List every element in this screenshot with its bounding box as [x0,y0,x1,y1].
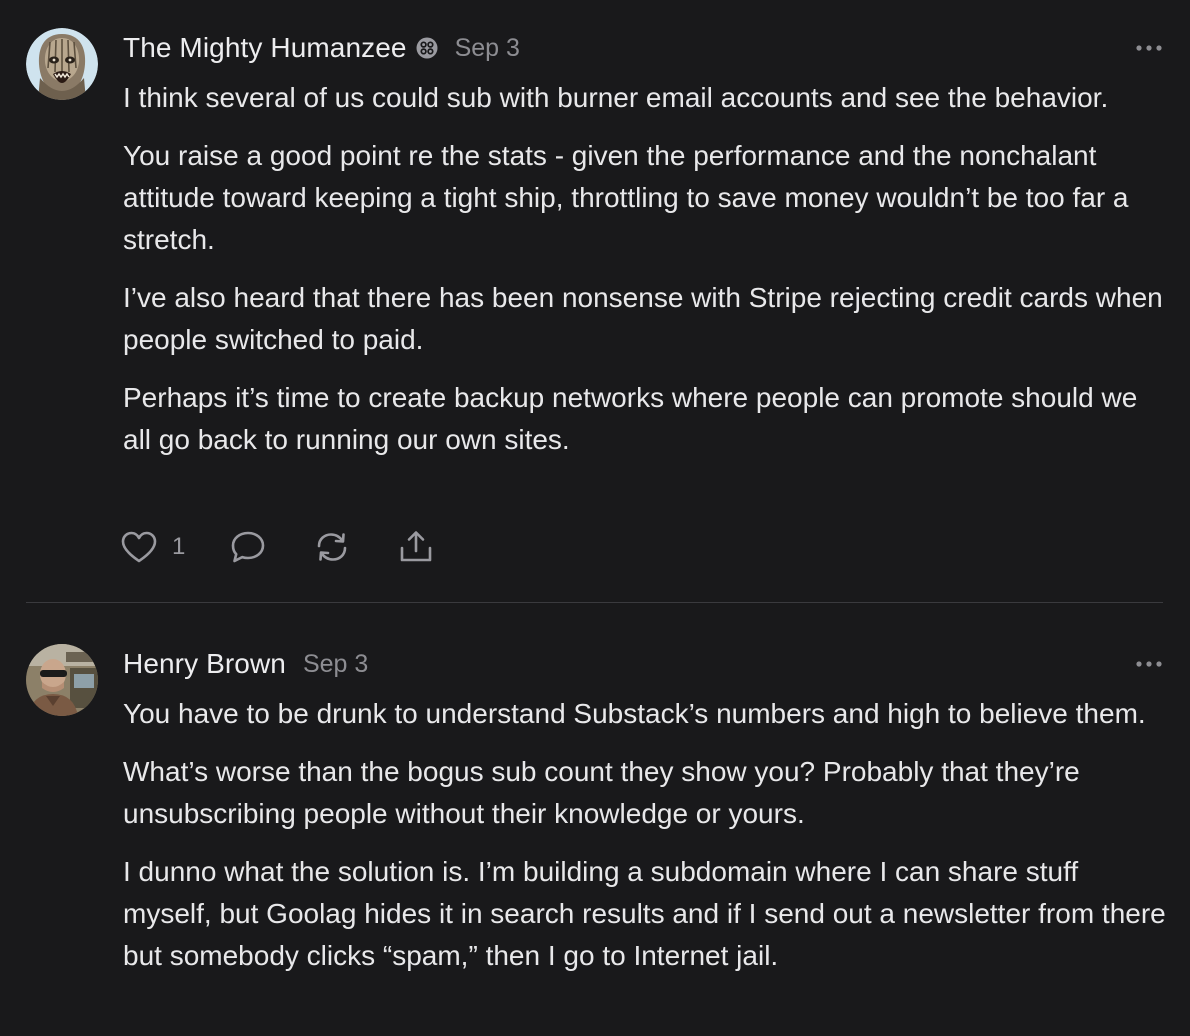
avatar[interactable] [26,28,98,100]
like-button[interactable]: 1 [120,530,185,564]
like-count: 1 [172,533,186,560]
comment-paragraph: What’s worse than the bogus sub count th… [123,756,1080,829]
comment-header: Henry Brown Sep 3 [123,646,368,682]
reply-button[interactable] [229,529,267,565]
heart-icon [121,531,157,563]
restack-button[interactable] [313,529,351,565]
comment-divider [26,602,1163,603]
comment-paragraph: Perhaps it’s time to create backup netwo… [123,382,1138,455]
more-options-icon[interactable] [1134,654,1164,674]
comment-paragraph: You raise a good point re the stats - gi… [123,140,1129,255]
comment-paragraph: I’ve also heard that there has been nons… [123,282,1163,355]
comment-paragraph: You have to be drunk to understand Subst… [123,698,1146,729]
comment-actions: 1 [120,527,435,567]
comment-icon [232,531,265,563]
comment-date[interactable]: Sep 3 [455,34,520,63]
share-button[interactable] [397,529,435,565]
comment-paragraph: I think several of us could sub with bur… [123,82,1109,113]
comment-body: I think several of us could sub with bur… [123,77,1173,477]
comment-header: The Mighty Humanzee Sep 3 [123,30,520,66]
author-name[interactable]: Henry Brown [123,648,286,680]
author-name[interactable]: The Mighty Humanzee [123,32,407,64]
share-icon [401,531,432,562]
comment-body: You have to be drunk to understand Subst… [123,693,1173,993]
comment-date[interactable]: Sep 3 [303,650,368,679]
comment-paragraph: I dunno what the solution is. I’m buildi… [123,856,1166,971]
comment-feed: The Mighty Humanzee Sep 3 I think severa… [0,0,1190,1036]
more-options-icon[interactable] [1134,38,1164,58]
restack-icon [318,533,347,561]
verified-badge-icon [416,37,438,59]
avatar[interactable] [26,644,98,716]
